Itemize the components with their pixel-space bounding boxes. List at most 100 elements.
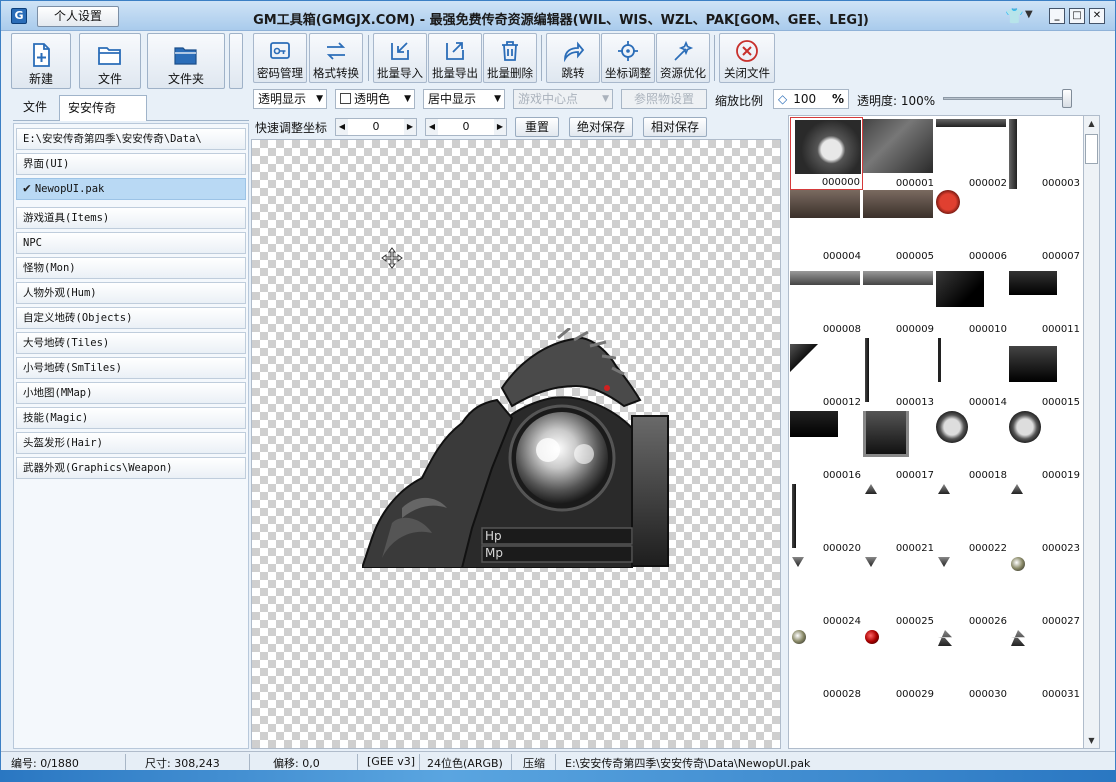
open-file-button[interactable]: 文件 <box>79 33 141 89</box>
coord-y-spinner[interactable]: ◀ 0 ▶ <box>425 118 507 136</box>
close-window-button[interactable]: ✕ <box>1089 8 1105 24</box>
format-convert-button[interactable]: 格式转换 <box>309 33 363 83</box>
thumbnail-image <box>1009 411 1041 443</box>
thumbnail-000018[interactable]: 000018 <box>936 409 1009 482</box>
app-icon[interactable]: G <box>11 8 27 24</box>
chevron-down-icon[interactable]: ▼ <box>1025 9 1033 20</box>
thumbnail-000002[interactable]: 000002 <box>936 117 1009 190</box>
thumbnail-000022[interactable]: 000022 <box>936 482 1009 555</box>
tab-file[interactable]: 文件 <box>15 95 55 121</box>
increment-y-icon[interactable]: ▶ <box>494 119 506 135</box>
tree-item-hair[interactable]: 头盔发形(Hair) <box>16 432 246 454</box>
coord-x-spinner[interactable]: ◀ 0 ▶ <box>335 118 417 136</box>
tree-item-objects[interactable]: 自定义地砖(Objects) <box>16 307 246 329</box>
scroll-up-icon[interactable]: ▲ <box>1084 116 1099 131</box>
thumbnail-000024[interactable]: 000024 <box>790 555 863 628</box>
thumbnail-grid[interactable]: 000000 000001 000002 000003 000004 000005 0000… <box>788 115 1100 749</box>
relative-save-button[interactable]: 相对保存 <box>643 117 707 137</box>
thumbnail-000004[interactable]: 000004 <box>790 190 863 263</box>
thumbnail-000020[interactable]: 000020 <box>790 482 863 555</box>
thumbnail-000023[interactable]: 000023 <box>1009 482 1082 555</box>
thumbnail-000009[interactable]: 000009 <box>863 263 936 336</box>
thumbnail-000013[interactable]: 000013 <box>863 336 936 409</box>
thumbnail-000003[interactable]: 000003 <box>1009 117 1082 190</box>
thumbnail-000008[interactable]: 000008 <box>790 263 863 336</box>
tree-item-hum[interactable]: 人物外观(Hum) <box>16 282 246 304</box>
game-center-select[interactable]: 游戏中心点 ▼ <box>513 89 613 109</box>
thumbnail-000010[interactable]: 000010 <box>936 263 1009 336</box>
thumbnail-000011[interactable]: 000011 <box>1009 263 1082 336</box>
tree-item-tiles[interactable]: 大号地砖(Tiles) <box>16 332 246 354</box>
personal-settings-button[interactable]: 个人设置 <box>37 6 119 27</box>
thumbnail-000026[interactable]: 000026 <box>936 555 1009 628</box>
reset-button[interactable]: 重置 <box>515 117 559 137</box>
thumbnail-000029[interactable]: 000029 <box>863 628 936 701</box>
preview-canvas[interactable]: Hp Mp <box>251 139 781 749</box>
thumbnail-000001[interactable]: 000001 <box>863 117 936 190</box>
thumbnail-label: 000015 <box>1041 397 1080 408</box>
thumbnail-000030[interactable]: 000030 <box>936 628 1009 701</box>
decrement-y-icon[interactable]: ◀ <box>426 119 438 135</box>
thumbnail-000025[interactable]: 000025 <box>863 555 936 628</box>
thumbnail-000027[interactable]: 000027 <box>1009 555 1082 628</box>
transparent-color-select[interactable]: 透明色 ▼ <box>335 89 415 109</box>
opacity-slider-thumb[interactable] <box>1062 89 1072 108</box>
thumbnail-000028[interactable]: 000028 <box>790 628 863 701</box>
thumbnail-000007[interactable]: 000007 <box>1009 190 1082 263</box>
jump-button[interactable]: 跳转 <box>546 33 600 83</box>
thumbnail-000016[interactable]: 000016 <box>790 409 863 482</box>
scroll-down-icon[interactable]: ▼ <box>1084 733 1099 748</box>
thumbnail-scrollbar[interactable]: ▲ ▼ <box>1083 115 1100 749</box>
tree-item-ui[interactable]: 界面(UI) <box>16 153 246 175</box>
new-button[interactable]: 新建 <box>11 33 71 89</box>
tree-item-mmap[interactable]: 小地图(MMap) <box>16 382 246 404</box>
transparent-display-select[interactable]: 透明显示 ▼ <box>253 89 327 109</box>
open-folder-button[interactable]: 文件夹 <box>147 33 225 89</box>
tab-anan-chuanqi[interactable]: 安安传奇 ✕ <box>59 95 147 140</box>
thumbnail-000031[interactable]: 000031 <box>1009 628 1082 701</box>
tree-item-smtiles[interactable]: 小号地砖(SmTiles) <box>16 357 246 379</box>
maximize-button[interactable]: □ <box>1069 8 1085 24</box>
thumbnail-000000[interactable]: 000000 <box>790 117 863 190</box>
convert-arrows-icon <box>326 42 346 60</box>
skin-shirt-icon[interactable]: 👕 <box>1005 7 1024 25</box>
minimize-button[interactable]: _ <box>1049 8 1065 24</box>
transparent-color-checkbox[interactable] <box>340 93 351 104</box>
center-display-select[interactable]: 居中显示 ▼ <box>423 89 505 109</box>
tree-item-path[interactable]: E:\安安传奇第四季\安安传奇\Data\ <box>16 128 246 150</box>
increment-x-icon[interactable]: ▶ <box>404 119 416 135</box>
decrement-x-icon[interactable]: ◀ <box>336 119 348 135</box>
thumbnail-000019[interactable]: 000019 <box>1009 409 1082 482</box>
tree-item-weapon[interactable]: 武器外观(Graphics\Weapon) <box>16 457 246 479</box>
scrollbar-thumb[interactable] <box>1085 134 1098 164</box>
thumbnail-image <box>1011 557 1025 571</box>
zoom-input[interactable]: ◇ 100% <box>773 89 849 109</box>
tree-item-items[interactable]: 游戏道具(Items) <box>16 207 246 229</box>
batch-import-button[interactable]: 批量导入 <box>373 33 427 83</box>
thumbnail-000012[interactable]: 000012 <box>790 336 863 409</box>
absolute-save-button[interactable]: 绝对保存 <box>569 117 633 137</box>
password-manage-button[interactable]: 密码管理 <box>253 33 307 83</box>
toolbar-overflow[interactable] <box>229 33 243 89</box>
coord-adjust-button[interactable]: 坐标调整 <box>601 33 655 83</box>
thumbnail-label: 000004 <box>822 251 861 262</box>
opacity-slider-track[interactable] <box>943 97 1067 100</box>
thumbnail-000017[interactable]: 000017 <box>863 409 936 482</box>
password-icon <box>270 42 290 59</box>
resource-optimize-button[interactable]: 资源优化 <box>656 33 710 83</box>
batch-export-button[interactable]: 批量导出 <box>428 33 482 83</box>
thumbnail-000005[interactable]: 000005 <box>863 190 936 263</box>
thumbnail-000006[interactable]: 000006 <box>936 190 1009 263</box>
reference-settings-button[interactable]: 参照物设置 <box>621 89 707 109</box>
thumbnail-000021[interactable]: 000021 <box>863 482 936 555</box>
tree-item-npc[interactable]: NPC <box>16 232 246 254</box>
tree-item-mon[interactable]: 怪物(Mon) <box>16 257 246 279</box>
thumbnail-000014[interactable]: 000014 <box>936 336 1009 409</box>
thumbnail-image <box>790 271 860 285</box>
batch-delete-button[interactable]: 批量删除 <box>483 33 537 83</box>
tree-item-newopui[interactable]: ✔ NewopUI.pak <box>16 178 246 200</box>
toolbar-divider <box>541 35 542 81</box>
tree-item-magic[interactable]: 技能(Magic) <box>16 407 246 429</box>
close-file-button[interactable]: 关闭文件 <box>719 33 775 83</box>
thumbnail-000015[interactable]: 000015 <box>1009 336 1082 409</box>
